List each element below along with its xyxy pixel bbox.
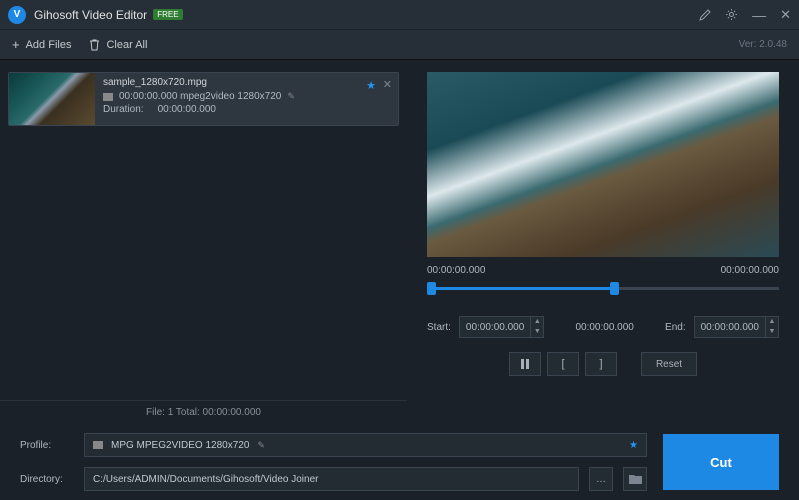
duration-value: 00:00:00.000 [158, 104, 216, 115]
slider-range [427, 287, 610, 290]
pause-button[interactable] [509, 352, 541, 376]
start-down-icon[interactable]: ▼ [531, 327, 543, 337]
start-time-value: 00:00:00.000 [460, 322, 530, 333]
end-label: End: [665, 322, 686, 333]
profile-label: Profile: [20, 440, 74, 451]
time-end: 00:00:00.000 [721, 265, 779, 276]
close-button[interactable]: ✕ [780, 7, 791, 23]
start-label: Start: [427, 322, 451, 333]
app-title: Gihosoft Video Editor [34, 8, 147, 22]
film-icon [103, 93, 113, 101]
directory-label: Directory: [20, 474, 74, 485]
start-up-icon[interactable]: ▲ [531, 317, 543, 327]
slider-handle-start[interactable] [427, 282, 436, 295]
end-time-input[interactable]: 00:00:00.000 ▲▼ [694, 316, 779, 338]
trash-icon [89, 39, 100, 51]
edit-icon[interactable] [699, 9, 711, 21]
end-down-icon[interactable]: ▼ [766, 327, 778, 337]
video-preview[interactable] [427, 72, 779, 257]
mark-out-button[interactable]: ] [585, 352, 617, 376]
preview-panel: 00:00:00.000 00:00:00.000 Start: 00:00:0… [407, 60, 799, 424]
pencil-icon[interactable]: ✎ [257, 440, 265, 451]
add-files-label: Add Files [26, 39, 72, 51]
end-time-value: 00:00:00.000 [695, 322, 765, 333]
add-files-button[interactable]: + Add Files [12, 37, 71, 52]
file-name: sample_1280x720.mpg [103, 77, 390, 88]
file-list: sample_1280x720.mpg 00:00:00.000 mpeg2vi… [0, 60, 407, 400]
slider-handle-end[interactable] [610, 282, 619, 295]
file-panel: sample_1280x720.mpg 00:00:00.000 mpeg2vi… [0, 60, 407, 424]
current-time: 00:00:00.000 [552, 322, 657, 333]
clear-all-button[interactable]: Clear All [89, 39, 147, 51]
directory-input[interactable]: C:/Users/ADMIN/Documents/Gihosoft/Video … [84, 467, 579, 491]
minimize-button[interactable]: — [752, 7, 766, 23]
profile-value: MPG MPEG2VIDEO 1280x720 [111, 440, 249, 451]
file-thumbnail [9, 73, 95, 125]
star-icon[interactable]: ★ [629, 440, 638, 451]
titlebar: V Gihosoft Video Editor FREE — ✕ [0, 0, 799, 30]
open-folder-button[interactable] [623, 467, 647, 491]
pencil-icon[interactable]: ✎ [287, 91, 295, 102]
duration-label: Duration: [103, 104, 144, 115]
film-icon [93, 441, 103, 449]
time-start: 00:00:00.000 [427, 265, 485, 276]
app-logo-icon: V [8, 6, 26, 24]
bottom-bar: Profile: MPG MPEG2VIDEO 1280x720 ✎ ★ Dir… [0, 424, 799, 500]
profile-select[interactable]: MPG MPEG2VIDEO 1280x720 ✎ ★ [84, 433, 647, 457]
file-info: sample_1280x720.mpg 00:00:00.000 mpeg2vi… [95, 73, 398, 125]
directory-value: C:/Users/ADMIN/Documents/Gihosoft/Video … [93, 474, 318, 485]
trim-slider[interactable] [427, 280, 779, 298]
star-icon[interactable]: ★ [366, 79, 376, 92]
file-status: File: 1 Total: 00:00:00.000 [0, 400, 407, 424]
cut-button[interactable]: Cut [663, 434, 779, 490]
file-item[interactable]: sample_1280x720.mpg 00:00:00.000 mpeg2vi… [8, 72, 399, 126]
version-label: Ver: 2.0.48 [739, 39, 787, 50]
clear-all-label: Clear All [106, 39, 147, 51]
gear-icon[interactable] [725, 8, 738, 21]
browse-button[interactable]: … [589, 467, 613, 491]
toolbar: + Add Files Clear All Ver: 2.0.48 [0, 30, 799, 60]
plus-icon: + [12, 37, 20, 52]
file-meta: 00:00:00.000 mpeg2video 1280x720 [119, 91, 281, 102]
mark-in-button[interactable]: [ [547, 352, 579, 376]
start-time-input[interactable]: 00:00:00.000 ▲▼ [459, 316, 544, 338]
end-up-icon[interactable]: ▲ [766, 317, 778, 327]
free-badge: FREE [153, 9, 182, 20]
reset-button[interactable]: Reset [641, 352, 697, 376]
remove-file-icon[interactable]: ✕ [383, 78, 392, 91]
